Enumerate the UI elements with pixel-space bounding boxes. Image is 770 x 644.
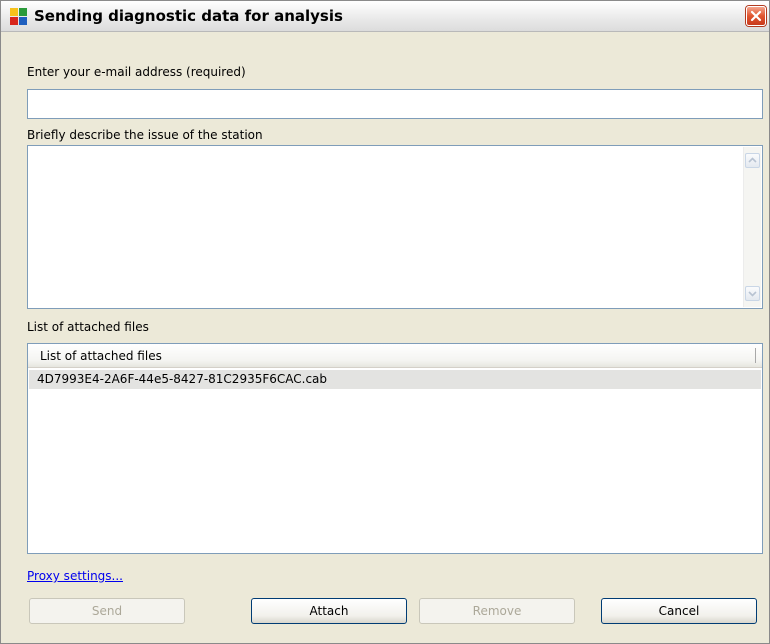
scroll-down-button[interactable] (745, 286, 760, 301)
diagnostic-dialog: Sending diagnostic data for analysis Ent… (0, 0, 770, 644)
app-logo-icon (10, 8, 27, 25)
remove-button[interactable]: Remove (419, 598, 575, 624)
close-button[interactable] (746, 6, 766, 26)
file-name: 4D7993E4-2A6F-44e5-8427-81C2935F6CAC.cab (37, 372, 328, 386)
proxy-settings-link[interactable]: Proxy settings... (27, 569, 123, 583)
column-header-label: List of attached files (40, 349, 162, 363)
list-item[interactable]: 4D7993E4-2A6F-44e5-8427-81C2935F6CAC.cab (29, 370, 761, 389)
description-scrollbar[interactable] (743, 147, 761, 307)
description-label: Briefly describe the issue of the statio… (27, 128, 263, 142)
attachments-label: List of attached files (27, 320, 149, 334)
scroll-up-button[interactable] (745, 153, 760, 168)
attach-button[interactable]: Attach (251, 598, 407, 624)
title-bar: Sending diagnostic data for analysis (1, 1, 769, 32)
send-button[interactable]: Send (29, 598, 185, 624)
list-column-header[interactable]: List of attached files (28, 344, 762, 368)
cancel-button[interactable]: Cancel (601, 598, 757, 624)
close-icon (750, 10, 762, 22)
window-title: Sending diagnostic data for analysis (34, 7, 343, 25)
column-divider[interactable] (755, 348, 756, 363)
email-label: Enter your e-mail address (required) (27, 65, 246, 79)
attached-files-list[interactable]: List of attached files 4D7993E4-2A6F-44e… (27, 343, 763, 554)
chevron-down-icon (748, 291, 757, 297)
email-field[interactable] (27, 89, 763, 119)
chevron-up-icon (748, 157, 757, 163)
description-textarea[interactable] (27, 145, 763, 309)
